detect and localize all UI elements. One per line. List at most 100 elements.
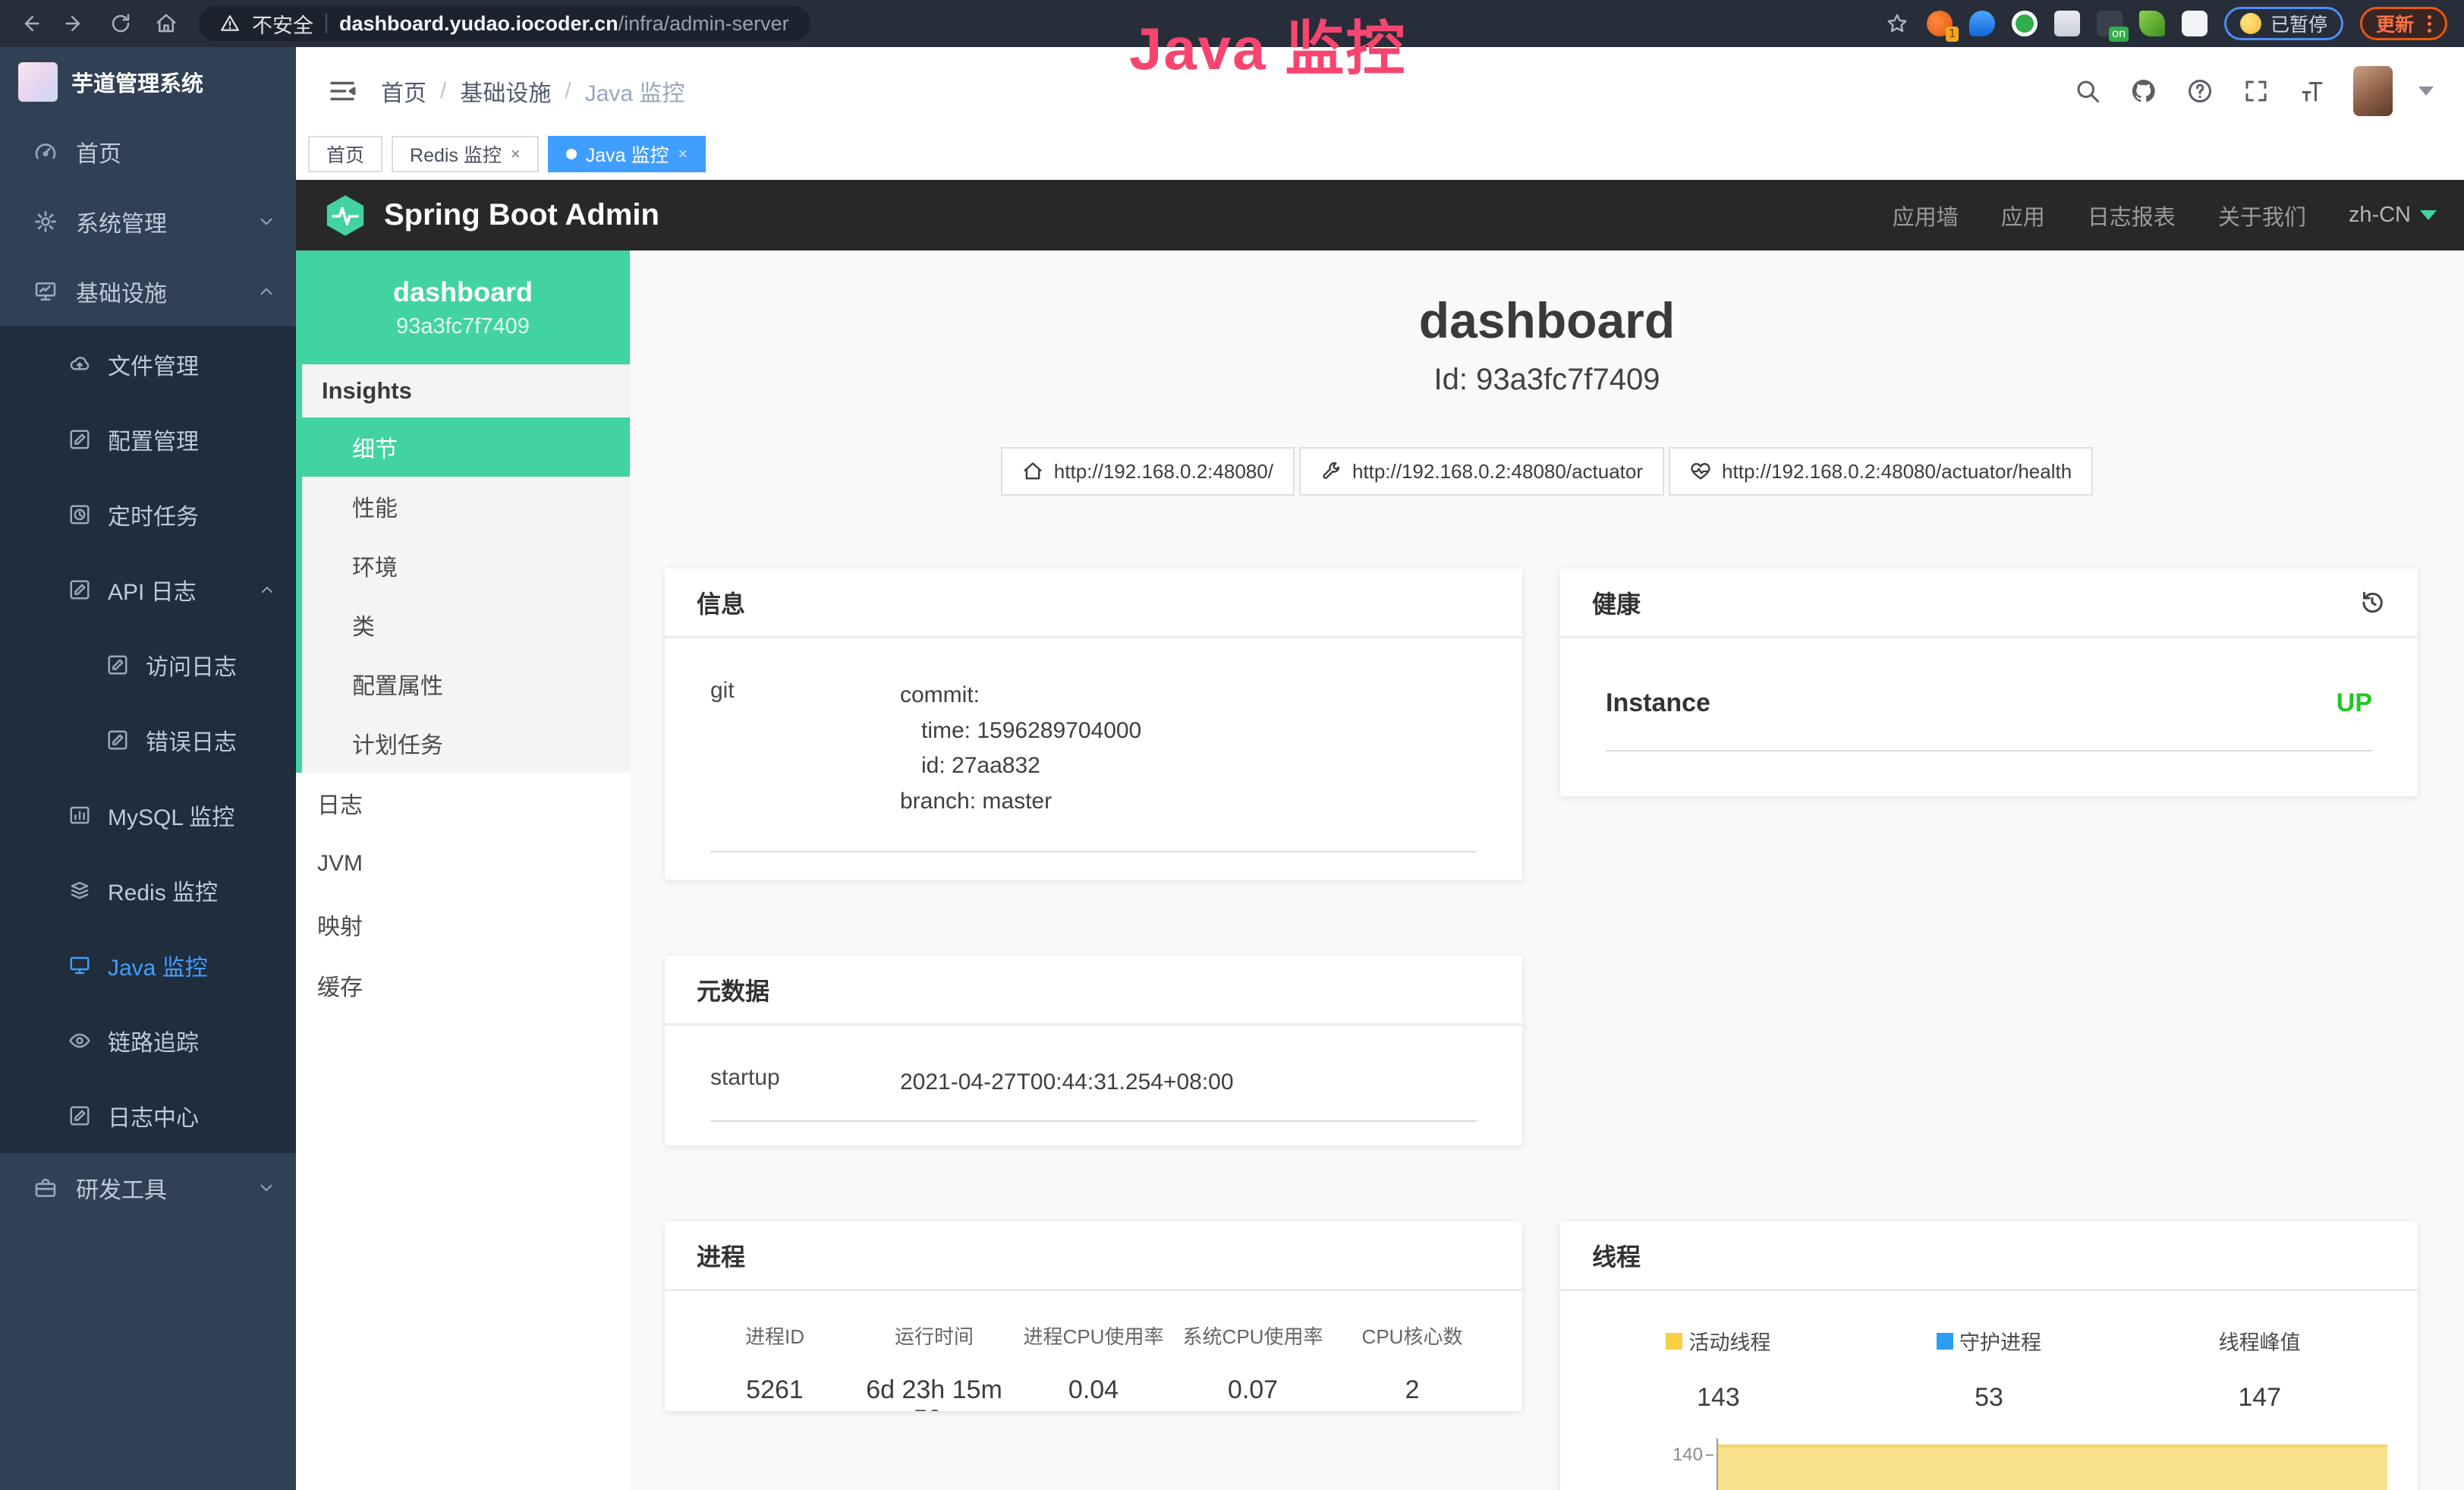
page-title: dashboard [630, 291, 2464, 349]
close-icon[interactable]: × [511, 144, 521, 164]
extension-switchyomega-icon[interactable]: on [2097, 11, 2123, 36]
header-actions [2072, 66, 2434, 116]
health-card-title: 健康 [1592, 585, 1641, 620]
extension-puzzle-icon[interactable] [2182, 11, 2208, 36]
inst-item-classes[interactable]: 类 [302, 595, 630, 654]
active-tab-dot [566, 149, 577, 159]
extension-colorzilla-icon[interactable]: 1 [1927, 11, 1953, 36]
inst-item-details[interactable]: 细节 [302, 417, 630, 477]
tab-bar: 首页 Redis 监控× Java 监控× [296, 134, 2464, 180]
process-table: 进程ID5261 运行时间6d 23h 15m 59s 进程CPU使用率0.04… [665, 1291, 1522, 1411]
browser-forward-icon[interactable] [62, 11, 88, 36]
url-text[interactable]: dashboard.yudao.iocoder.cn/infra/admin-s… [339, 12, 789, 36]
sidebar-item-redis-monitor[interactable]: Redis 监控 [0, 852, 296, 928]
sba-link-journal[interactable]: 日志报表 [2088, 200, 2176, 232]
user-avatar[interactable] [2353, 66, 2393, 116]
metadata-row-value: 2021-04-27T00:44:31.254+08:00 [900, 1065, 1234, 1101]
process-col-uptime: 运行时间 [854, 1321, 1014, 1350]
sba-link-about[interactable]: 关于我们 [2218, 200, 2306, 232]
gear-icon [33, 209, 58, 234]
search-icon[interactable] [2072, 76, 2103, 106]
instance-header[interactable]: dashboard 93a3fc7f7409 [296, 250, 630, 364]
sidebar-item-tracing[interactable]: 链路追踪 [0, 1003, 296, 1078]
sidebar-item-log-center[interactable]: 日志中心 [0, 1078, 296, 1153]
inst-item-metrics[interactable]: 性能 [302, 477, 630, 536]
inst-item-config-props[interactable]: 配置属性 [302, 654, 630, 713]
inst-item-mappings[interactable]: 映射 [296, 894, 630, 955]
main-content: dashboard Id: 93a3fc7f7409 http://192.16… [630, 250, 2464, 1490]
extension-grid-icon[interactable] [2054, 11, 2080, 36]
browser-menu-icon[interactable] [2428, 15, 2431, 33]
github-icon[interactable] [2129, 76, 2159, 106]
extension-y-icon[interactable] [2012, 11, 2038, 36]
sidebar-item-mysql-monitor[interactable]: MySQL 监控 [0, 777, 296, 852]
sba-brand[interactable]: Spring Boot Admin [323, 194, 659, 238]
tab-redis-monitor[interactable]: Redis 监控× [392, 136, 539, 172]
sba-link-wallboard[interactable]: 应用墙 [1893, 200, 1959, 232]
sidebar-item-config-management[interactable]: 配置管理 [0, 402, 296, 477]
breadcrumb-home[interactable]: 首页 [381, 74, 426, 108]
inst-item-logs[interactable]: 日志 [296, 773, 630, 833]
info-card-title: 信息 [665, 569, 1522, 638]
sba-link-applications[interactable]: 应用 [2001, 200, 2045, 232]
display-icon [68, 954, 91, 977]
sidebar-item-file-management[interactable]: 文件管理 [0, 326, 296, 402]
sidebar-item-api-logs[interactable]: API 日志 [0, 552, 296, 627]
bookmark-star-icon[interactable] [1884, 11, 1910, 36]
divider [710, 1120, 1477, 1122]
service-url-link[interactable]: http://192.168.0.2:48080/ [1001, 447, 1295, 496]
profile-emoji-icon [2240, 13, 2261, 34]
sidebar-item-scheduled-tasks[interactable]: 定时任务 [0, 477, 296, 552]
profile-paused-chip[interactable]: 已暂停 [2224, 7, 2343, 40]
dashboard-gauge-icon [33, 140, 58, 164]
inst-item-jvm[interactable]: JVM [296, 833, 630, 894]
threads-card: 线程 活动线程 143 守护进程 53 [1560, 1221, 2418, 1490]
history-icon[interactable] [2359, 589, 2386, 616]
sba-locale-select[interactable]: zh-CN [2349, 203, 2437, 228]
sba-nav-links: 应用墙 应用 日志报表 关于我们 zh-CN [1893, 200, 2437, 232]
extension-leaf-icon[interactable] [2139, 11, 2165, 36]
help-icon[interactable] [2185, 76, 2215, 106]
database-layers-icon [68, 879, 91, 902]
user-menu-caret-icon[interactable] [2418, 87, 2434, 96]
threads-card-title: 线程 [1560, 1221, 2418, 1291]
health-url-link[interactable]: http://192.168.0.2:48080/actuator/health [1669, 447, 2093, 496]
sidebar-item-infrastructure[interactable]: 基础设施 [0, 257, 296, 326]
sidebar-item-access-logs[interactable]: 访问日志 [0, 627, 296, 702]
tab-home[interactable]: 首页 [308, 136, 382, 172]
inst-item-caches[interactable]: 缓存 [296, 955, 630, 1016]
browser-reload-icon[interactable] [108, 11, 134, 36]
extension-pin-icon[interactable] [1969, 11, 1995, 36]
font-size-icon[interactable] [2297, 76, 2327, 106]
sidebar-item-error-logs[interactable]: 错误日志 [0, 702, 296, 777]
sidebar-item-home[interactable]: 首页 [0, 117, 296, 187]
fullscreen-icon[interactable] [2241, 76, 2271, 106]
app-title: 芋道管理系统 [71, 66, 203, 98]
app-logo-row[interactable]: 芋道管理系统 [0, 47, 296, 117]
heartbeat-icon [1690, 461, 1711, 482]
sidebar-item-java-monitor[interactable]: Java 监控 [0, 928, 296, 1003]
edit-square-icon [68, 578, 91, 601]
daemon-threads-value: 53 [1975, 1383, 2003, 1413]
live-threads-swatch [1666, 1333, 1682, 1350]
browser-home-icon[interactable] [153, 11, 179, 36]
close-icon[interactable]: × [678, 144, 688, 164]
inst-item-environment[interactable]: 环境 [302, 536, 630, 595]
briefcase-icon [33, 1176, 58, 1200]
browser-update-button[interactable]: 更新 [2360, 7, 2447, 40]
process-col-system-cpu: 系统CPU使用率 [1173, 1321, 1333, 1350]
task-clock-icon [68, 503, 91, 526]
inst-item-scheduled-tasks[interactable]: 计划任务 [302, 713, 630, 773]
sidebar-item-system-management[interactable]: 系统管理 [0, 187, 296, 257]
eye-icon [68, 1029, 91, 1052]
tab-java-monitor[interactable]: Java 监控× [548, 136, 706, 172]
address-bar[interactable]: 不安全 dashboard.yudao.iocoder.cn/infra/adm… [199, 6, 810, 41]
collapse-sidebar-icon[interactable] [326, 75, 358, 107]
browser-back-icon[interactable] [17, 11, 42, 36]
daemon-threads-label: 守护进程 [1959, 1326, 2041, 1356]
sidebar-item-dev-tools[interactable]: 研发工具 [0, 1153, 296, 1223]
process-col-process-cpu: 进程CPU使用率 [1014, 1321, 1173, 1350]
breadcrumb-infrastructure[interactable]: 基础设施 [460, 74, 551, 108]
url-separator [326, 14, 327, 33]
actuator-url-link[interactable]: http://192.168.0.2:48080/actuator [1299, 447, 1664, 496]
